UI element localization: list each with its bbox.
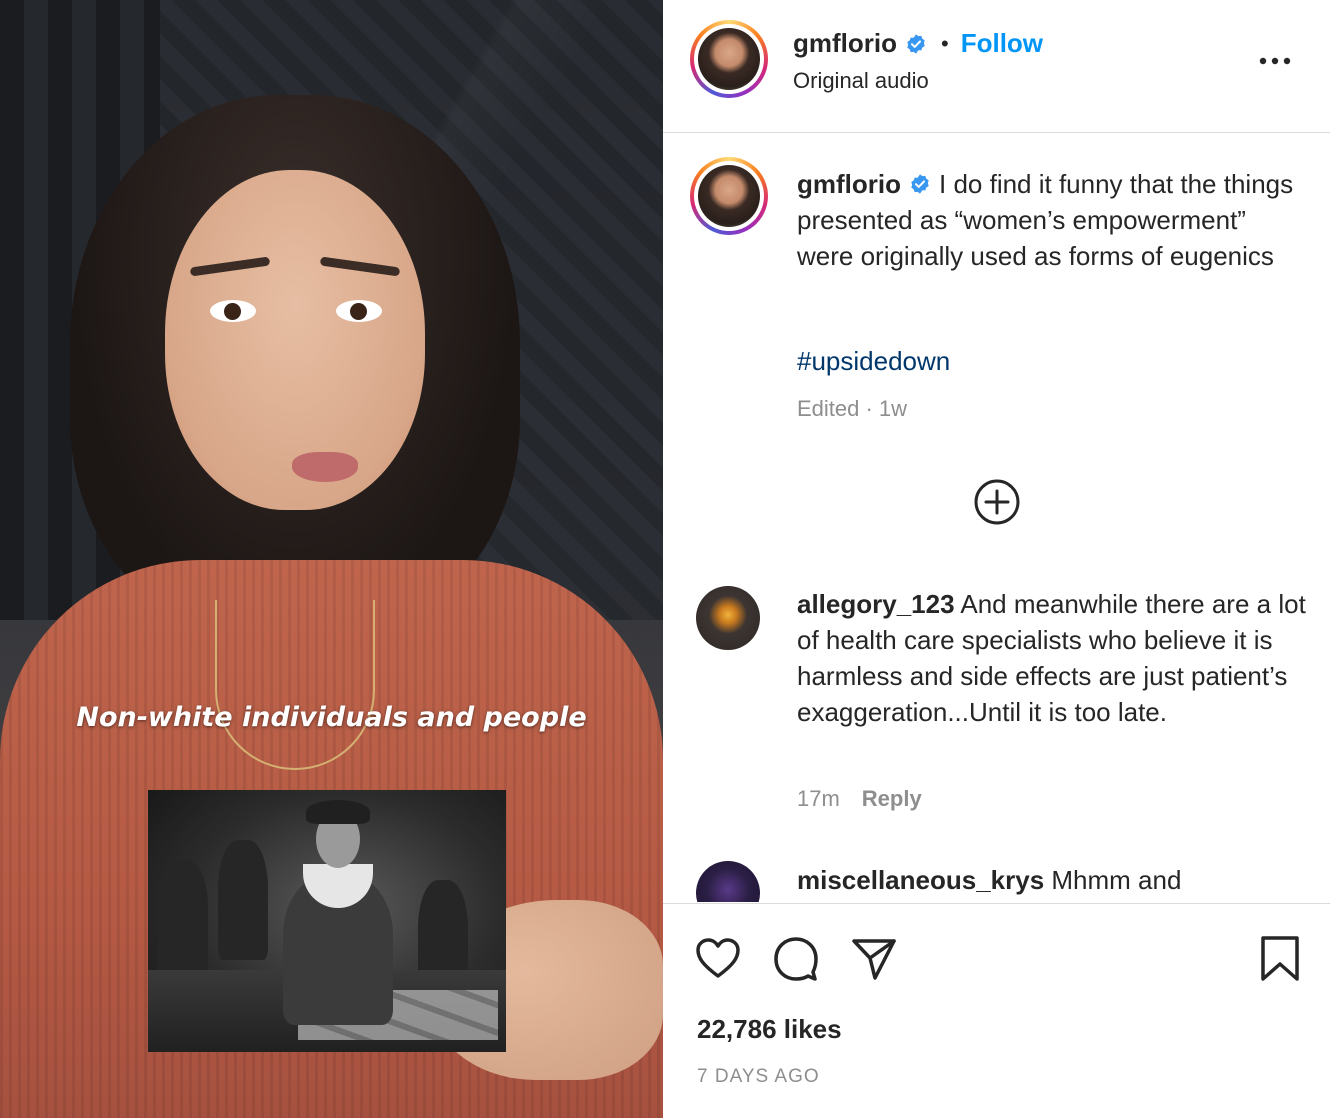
commenter-avatar[interactable] bbox=[696, 586, 760, 650]
author-avatar-image bbox=[698, 28, 760, 90]
post-sidebar: gmflorio • Follow Original audio gmflori… bbox=[663, 0, 1330, 1118]
separator-dot: • bbox=[941, 30, 949, 56]
comment-username[interactable]: allegory_123 bbox=[797, 589, 955, 619]
likes-count[interactable]: 22,786 likes bbox=[697, 1014, 842, 1045]
hashtag-link[interactable]: #upsidedown bbox=[797, 346, 950, 377]
follow-button[interactable]: Follow bbox=[961, 28, 1043, 59]
post-date[interactable]: 7 DAYS AGO bbox=[697, 1066, 820, 1088]
comment-time: 17m bbox=[797, 786, 840, 811]
post-actions-bar: 22,786 likes 7 DAYS AGO bbox=[663, 903, 1330, 1118]
post-header: gmflorio • Follow Original audio bbox=[663, 0, 1330, 133]
presenter-eye-right bbox=[336, 300, 382, 322]
comment-text: Mhmm and bbox=[1051, 865, 1182, 895]
presenter-eye-left bbox=[210, 300, 256, 322]
heart-icon[interactable] bbox=[693, 934, 743, 984]
photo-bg-figure bbox=[158, 860, 208, 980]
commenter-avatar[interactable] bbox=[696, 861, 760, 902]
comment-icon[interactable] bbox=[771, 934, 821, 984]
post-viewer: Non-white individuals and people gmflori… bbox=[0, 0, 1330, 1118]
caption-author-avatar[interactable] bbox=[690, 157, 768, 235]
photo-bg-figure bbox=[218, 840, 268, 960]
share-icon[interactable] bbox=[849, 934, 899, 984]
author-avatar[interactable] bbox=[690, 20, 768, 98]
caption-text-block: gmflorio I do find it funny that the thin… bbox=[797, 166, 1307, 274]
author-username[interactable]: gmflorio bbox=[793, 28, 897, 59]
comment-meta: 17m Reply bbox=[797, 786, 922, 812]
load-more-comments-icon[interactable] bbox=[973, 478, 1021, 526]
caption-username[interactable]: gmflorio bbox=[797, 169, 901, 199]
comment-text-block: miscellaneous_krys Mhmm and bbox=[797, 862, 1307, 898]
verified-badge-icon bbox=[909, 168, 931, 194]
comment-text-block: allegory_123 And meanwhile there are a l… bbox=[797, 586, 1307, 730]
reply-button[interactable]: Reply bbox=[862, 786, 922, 811]
comment-username[interactable]: miscellaneous_krys bbox=[797, 865, 1044, 895]
video-text-overlay: Non-white individuals and people bbox=[76, 702, 587, 733]
photo-woman-hat bbox=[306, 800, 370, 824]
author-line: gmflorio • Follow bbox=[793, 28, 1043, 59]
caption-author-avatar-image bbox=[698, 165, 760, 227]
presenter-mouth bbox=[292, 452, 358, 482]
caption-meta: Edited · 1w bbox=[797, 396, 908, 421]
presenter-necklace bbox=[215, 600, 375, 770]
bookmark-icon[interactable] bbox=[1255, 934, 1305, 984]
comments-section[interactable]: gmflorio I do find it funny that the thin… bbox=[663, 134, 1330, 902]
historical-photo-inset bbox=[148, 790, 506, 1052]
reel-video[interactable]: Non-white individuals and people bbox=[0, 0, 663, 1118]
audio-link[interactable]: Original audio bbox=[793, 68, 929, 94]
verified-badge-icon bbox=[905, 33, 927, 55]
more-options-icon[interactable] bbox=[1255, 44, 1295, 74]
